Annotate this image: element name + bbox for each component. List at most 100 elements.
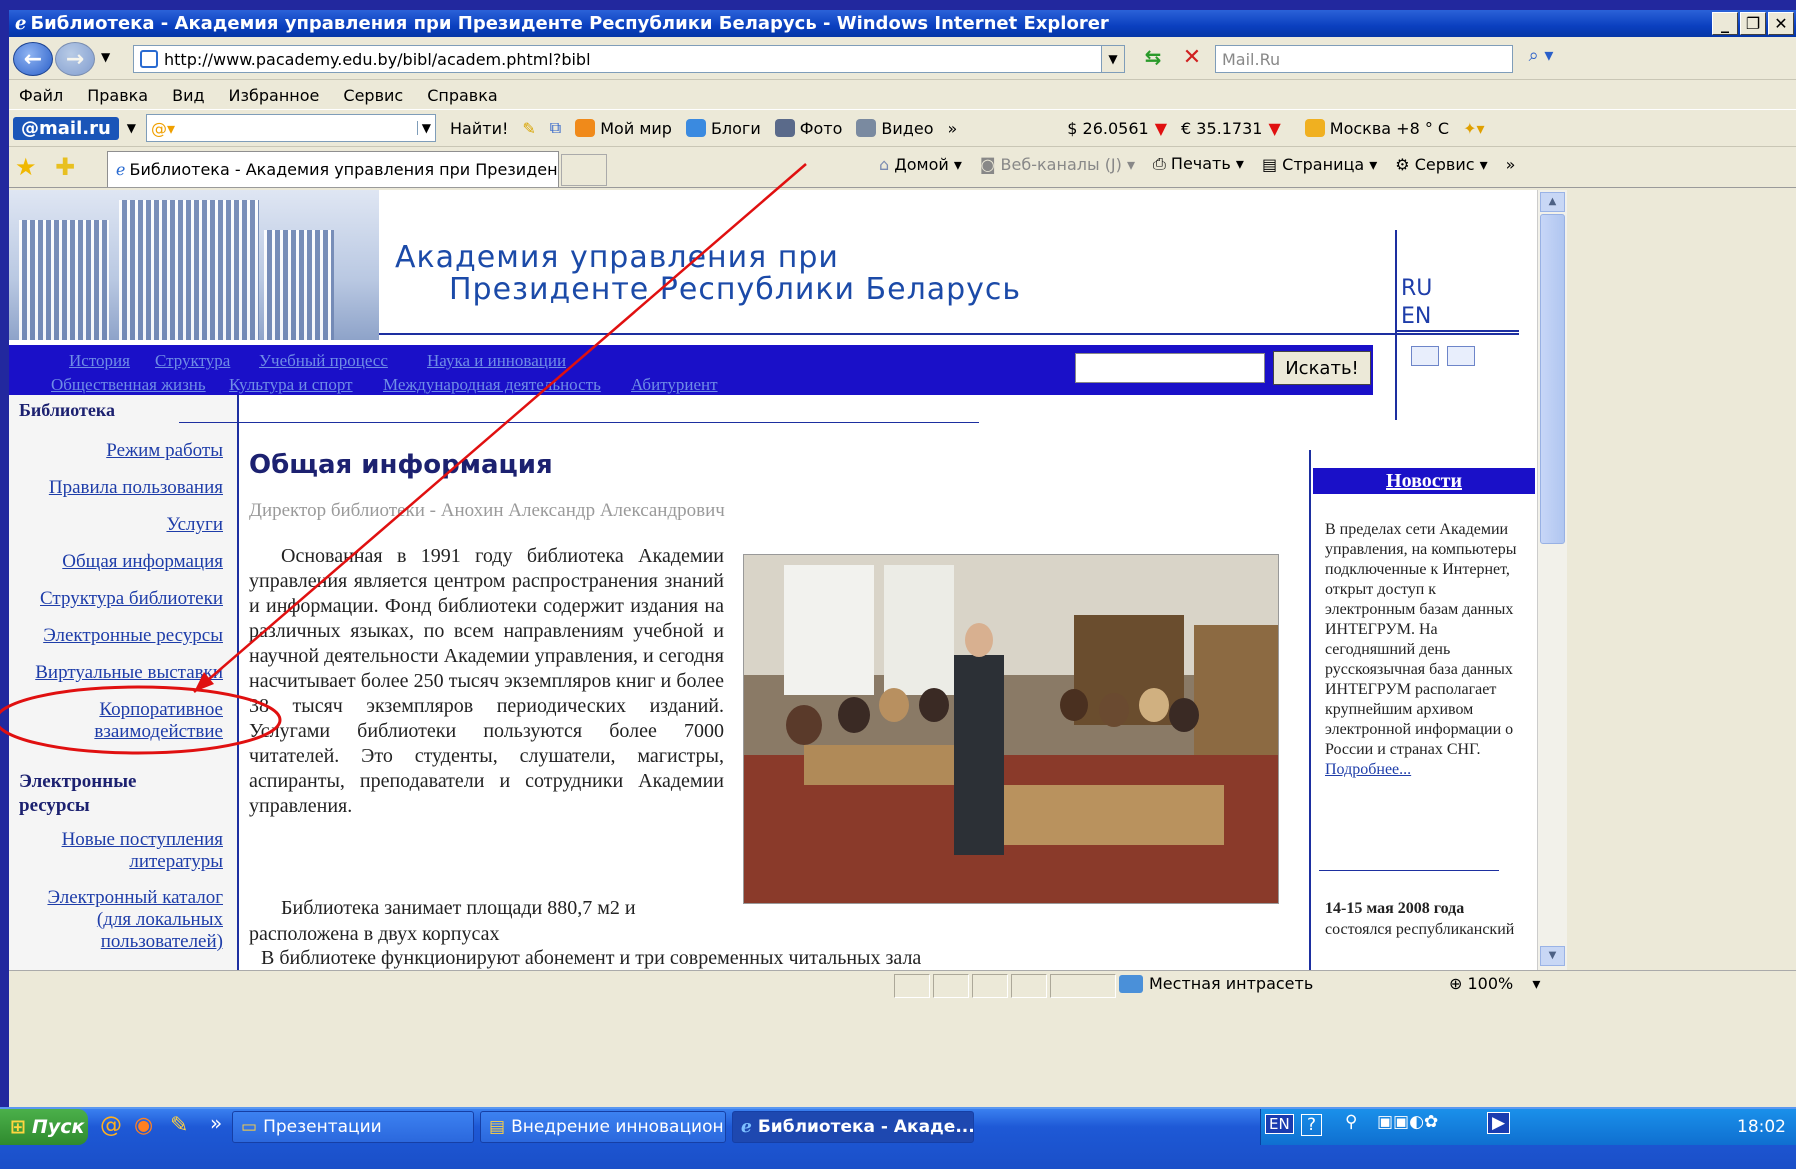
site-search-button[interactable]: Искать! xyxy=(1273,351,1371,385)
eur-rate[interactable]: € 35.1731 ▼ xyxy=(1181,119,1281,138)
sidebar-item-services[interactable]: Услуги xyxy=(166,514,223,536)
nav-applicant[interactable]: Абитуриент xyxy=(631,375,718,395)
close-button[interactable]: ✕ xyxy=(1768,12,1794,35)
blogs-button[interactable]: Блоги xyxy=(685,119,761,138)
tray-apps-icon[interactable]: ▣▣◐✿ xyxy=(1377,1112,1438,1132)
language-indicator[interactable]: EN xyxy=(1265,1114,1294,1134)
sidebar-item-catalog-line3[interactable]: пользователей) xyxy=(101,931,223,953)
sidebar-item-corporate-line1[interactable]: Корпоративное xyxy=(99,699,223,721)
scroll-down-icon[interactable]: ▼ xyxy=(1540,946,1565,966)
menu-edit[interactable]: Правка xyxy=(87,86,148,105)
task-library-ie[interactable]: ℯ Библиотека - Акаде... xyxy=(732,1111,974,1143)
menu-help[interactable]: Справка xyxy=(427,86,498,105)
help-icon[interactable]: ? xyxy=(1301,1114,1323,1136)
mail-icon[interactable] xyxy=(1411,346,1439,366)
site-search-input[interactable] xyxy=(1075,353,1265,383)
video-icon xyxy=(856,119,877,137)
lang-ru-link[interactable]: RU xyxy=(1401,276,1432,301)
highlight-icon[interactable]: ✎ xyxy=(522,119,535,138)
history-dropdown-icon[interactable]: ▼ xyxy=(101,50,110,64)
address-dropdown-icon[interactable]: ▼ xyxy=(1101,45,1125,73)
news-heading[interactable]: Новости xyxy=(1313,468,1535,494)
more-chevron-icon[interactable]: » xyxy=(947,119,957,138)
menu-view[interactable]: Вид xyxy=(172,86,204,105)
new-tab-button[interactable] xyxy=(561,154,607,186)
zoom-control[interactable]: ⊕ 100% ▾ xyxy=(1449,974,1540,993)
security-zone[interactable]: Местная интрасеть xyxy=(1119,974,1313,993)
academy-name: Академия управления при Президенте Респу… xyxy=(395,240,1022,307)
more-chevron-icon[interactable]: » xyxy=(1506,155,1516,174)
sidebar-item-corporate-line2[interactable]: взаимодействие xyxy=(94,721,223,743)
sidebar-heading-library: Библиотека xyxy=(19,400,115,420)
stop-icon[interactable]: ✕ xyxy=(1177,45,1207,73)
mailru-dropdown-icon[interactable]: ▼ xyxy=(127,121,136,135)
nav-international[interactable]: Международная деятельность xyxy=(383,375,601,395)
nav-education[interactable]: Учебный процесс xyxy=(259,351,388,371)
add-favorite-icon[interactable]: ✚ xyxy=(55,153,75,181)
sidebar-item-general-info[interactable]: Общая информация xyxy=(62,551,223,573)
sidebar-item-catalog-line2[interactable]: (для локальных xyxy=(97,909,223,931)
firefox-icon[interactable]: ◉ xyxy=(134,1113,153,1138)
forward-button[interactable]: → xyxy=(55,42,95,76)
nav-structure[interactable]: Структура xyxy=(155,351,230,371)
my-world-button[interactable]: Мой мир xyxy=(575,119,672,138)
sidebar-item-new-books-line2[interactable]: литературы xyxy=(129,851,223,873)
sidebar-item-virtual-exhibits[interactable]: Виртуальные выставки xyxy=(35,662,223,684)
favorites-star-icon[interactable]: ★ xyxy=(15,153,37,181)
mailru-search-input[interactable]: @▾ ▼ xyxy=(146,114,437,142)
title-bar[interactable]: ℯ Библиотека - Академия управления при П… xyxy=(9,10,1796,37)
nav-social[interactable]: Общественная жизнь xyxy=(51,375,206,395)
page-search-icon[interactable]: ⧉ xyxy=(550,118,561,138)
mailru-logo[interactable]: @mail.ru xyxy=(13,116,119,140)
tab-library[interactable]: ℯ Библиотека - Академия управления при П… xyxy=(107,151,559,187)
vertical-scrollbar[interactable]: ▲ ▼ xyxy=(1537,190,1567,970)
scroll-thumb[interactable] xyxy=(1540,214,1565,544)
web-search-button[interactable]: ⌕ ▾ xyxy=(1519,45,1563,73)
more-chevron-icon[interactable]: » xyxy=(210,1111,222,1135)
minimize-button[interactable]: _ xyxy=(1712,12,1738,35)
nav-science[interactable]: Наука и инновации xyxy=(427,351,566,371)
task-presentations[interactable]: ▭ Презентации xyxy=(232,1111,474,1143)
tools-button[interactable]: ⚙ Сервис ▾ xyxy=(1395,155,1487,174)
nav-history[interactable]: История xyxy=(69,351,130,371)
network-icon[interactable]: ⚲ xyxy=(1345,1112,1357,1132)
folder-icon: ▭ xyxy=(241,1117,258,1137)
sidebar-item-catalog-line1[interactable]: Электронный каталог xyxy=(47,887,223,909)
maximize-button[interactable]: ❐ xyxy=(1740,12,1766,35)
address-bar[interactable]: http://www.pacademy.edu.by/bibl/academ.p… xyxy=(133,45,1125,73)
print-button[interactable]: ⎙ Печать ▾ xyxy=(1153,154,1244,174)
find-button[interactable]: Найти! xyxy=(450,119,508,138)
photo-button[interactable]: Фото xyxy=(774,119,842,138)
start-button[interactable]: ⊞ Пуск xyxy=(0,1109,88,1145)
sidebar-item-e-resources[interactable]: Электронные ресурсы xyxy=(43,625,223,647)
home-button[interactable]: ⌂ Домой ▾ xyxy=(879,155,962,174)
video-button[interactable]: Видео xyxy=(856,119,933,138)
menu-file[interactable]: Файл xyxy=(19,86,63,105)
dropdown-arrow-icon[interactable]: ▼ xyxy=(416,121,431,135)
menu-tools[interactable]: Сервис xyxy=(343,86,403,105)
sitemap-icon[interactable] xyxy=(1447,346,1475,366)
feeds-button[interactable]: ◙ Веб-каналы (J) ▾ xyxy=(980,155,1135,174)
scroll-up-icon[interactable]: ▲ xyxy=(1540,192,1565,212)
news-more-link[interactable]: Подробнее... xyxy=(1325,760,1525,780)
lang-en-link[interactable]: EN xyxy=(1401,304,1431,329)
extra-tool-icon[interactable]: ✦▾ xyxy=(1463,119,1484,138)
usd-rate[interactable]: $ 26.0561 ▼ xyxy=(1067,119,1167,138)
nav-culture[interactable]: Культура и спорт xyxy=(229,375,353,395)
web-search-input[interactable]: Mail.Ru xyxy=(1215,45,1513,73)
quicklaunch-icon[interactable]: ✎ xyxy=(170,1113,188,1138)
refresh-icon[interactable]: ⇆ xyxy=(1137,45,1169,73)
media-play-icon[interactable]: ▶ xyxy=(1487,1112,1511,1134)
task-innovation-doc[interactable]: ▤ Внедрение инновацион... xyxy=(480,1111,726,1143)
sidebar-item-rules[interactable]: Правила пользования xyxy=(49,477,223,499)
mail-quicklaunch-icon[interactable]: @ xyxy=(100,1113,122,1138)
sidebar-item-hours[interactable]: Режим работы xyxy=(106,440,223,462)
sidebar-item-structure[interactable]: Структура библиотеки xyxy=(40,588,223,610)
back-button[interactable]: ← xyxy=(13,42,53,76)
menu-favorites[interactable]: Избранное xyxy=(229,86,320,105)
weather-button[interactable]: Москва +8 ° C xyxy=(1304,119,1449,138)
sidebar-item-new-books-line1[interactable]: Новые поступления xyxy=(62,829,223,851)
page-button[interactable]: ▤ Страница ▾ xyxy=(1262,155,1377,174)
rss-icon: ◙ xyxy=(979,154,996,174)
site-header: Академия управления при Президенте Респу… xyxy=(9,190,1537,345)
